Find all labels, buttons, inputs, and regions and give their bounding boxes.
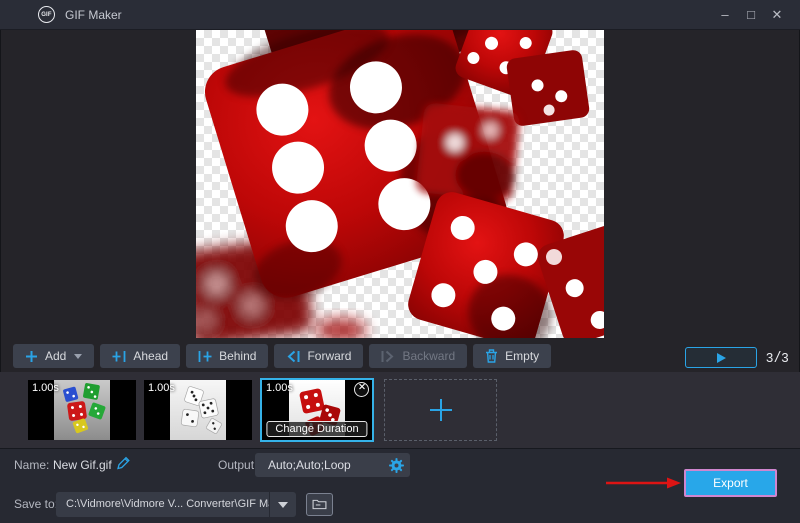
white-dice-frame [170,380,226,440]
gear-icon [388,457,405,474]
save-path-caret-button[interactable] [270,492,296,517]
frame-counter-separator: / [775,349,779,366]
caret-down-icon [278,502,288,508]
save-path-value: C:\Vidmore\Vidmore V... Converter\GIF Ma… [56,492,269,517]
frame-thumbnail-3-selected[interactable]: 1.00s Change Duration [260,378,374,442]
frame-thumbnail-2[interactable]: 1.00s [144,380,252,440]
preview-canvas [196,30,604,338]
output-label: Output: [218,458,257,472]
output-value: Auto;Auto;Loop [268,453,351,477]
frame-duration-label: 1.00s [266,382,293,394]
folder-icon [312,499,327,510]
red-arrow-annotation [606,476,682,490]
frame-duration-label: 1.00s [148,382,175,394]
caret-down-icon [74,354,82,359]
name-label: Name: [14,458,49,472]
plus-icon [428,397,454,423]
timeline-strip: 1.00s 1.00s 1.00s Change Duration [0,372,800,448]
red-dice-image [196,30,604,338]
output-field: Auto;Auto;Loop [255,453,410,477]
maximize-button[interactable]: □ [740,4,762,26]
window-controls: – □ ✕ [714,4,800,26]
add-button[interactable]: Add [13,344,94,368]
export-settings-panel: Name: New Gif.gif Output: Auto;Auto;Loop [0,448,800,523]
backward-button[interactable]: Backward [369,344,467,368]
save-path-dropdown[interactable]: C:\Vidmore\Vidmore V... Converter\GIF Ma… [56,492,296,517]
move-forward-icon [286,350,300,363]
empty-button-label: Empty [505,349,539,363]
close-button[interactable]: ✕ [766,4,788,26]
add-frame-dropzone[interactable] [384,379,497,441]
insert-after-icon [198,350,212,363]
remove-frame-button[interactable] [354,382,369,397]
window-title: GIF Maker [65,8,122,22]
add-button-label: Add [45,349,66,363]
save-to-label: Save to: [14,497,58,511]
gif-maker-window: { "titlebar": { "logo_text": "GIF", "tit… [0,0,800,523]
minimize-button[interactable]: – [714,4,736,26]
export-button[interactable]: Export [684,469,777,497]
frame-counter-current: 3 [766,350,773,365]
insert-before-icon [112,350,126,363]
name-value: New Gif.gif [53,458,112,472]
browse-folder-button[interactable] [306,493,333,516]
change-duration-button[interactable]: Change Duration [266,421,367,437]
empty-button[interactable]: Empty [473,344,551,368]
app-logo-icon: GIF [38,6,55,23]
trash-icon [485,349,498,363]
playback-controls: 3/3 [685,347,789,368]
play-icon [717,353,726,363]
colored-dice-frame [54,380,110,440]
forward-button[interactable]: Forward [274,344,363,368]
play-button[interactable] [685,347,757,368]
frame-thumbnail-1[interactable]: 1.00s [28,380,136,440]
ahead-button[interactable]: Ahead [100,344,180,368]
backward-button-label: Backward [402,349,455,363]
export-button-label: Export [713,476,748,490]
output-settings-button[interactable] [387,456,405,474]
behind-button[interactable]: Behind [186,344,268,368]
titlebar: GIF GIF Maker – □ ✕ [0,0,800,30]
frame-counter-total: 3 [781,350,788,365]
circle-x-icon [358,383,365,390]
pencil-icon [115,455,131,471]
move-backward-icon [381,350,395,363]
frame-counter: 3/3 [766,349,789,366]
ahead-button-label: Ahead [133,349,168,363]
frame-toolbar: Add Ahead Behind Forward Backward Empty [13,344,551,368]
plus-icon [25,350,38,363]
frame-duration-label: 1.00s [32,382,59,394]
behind-button-label: Behind [219,349,256,363]
forward-button-label: Forward [307,349,351,363]
edit-name-button[interactable] [115,455,131,476]
